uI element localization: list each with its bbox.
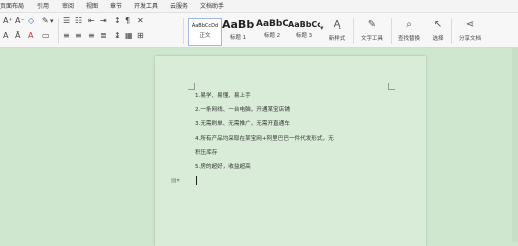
text-effect-icon[interactable]: A (3, 32, 8, 40)
doc-line[interactable]: 3.无需刷单、无需推广，无需开直通车 (195, 119, 290, 127)
divider (353, 18, 354, 44)
vertical-scrollbar[interactable] (512, 48, 518, 242)
border-icon[interactable]: ▭ (42, 32, 50, 40)
select-icon: ↖ (433, 19, 443, 30)
font-grow-icon[interactable]: A⁺ (3, 17, 13, 25)
tab-doc-assistant[interactable]: 文档助手 (200, 1, 224, 10)
chevron-down-icon[interactable]: ▾ (50, 18, 54, 25)
style-normal[interactable]: AaBbCcDd 正文 (188, 18, 222, 46)
new-style-button[interactable]: Ą 新样式 (323, 19, 351, 42)
numbered-list-icon[interactable]: ☷ (75, 17, 82, 25)
margin-corner-top-left (188, 83, 195, 90)
char-shading-icon[interactable]: Ā (15, 32, 20, 40)
style-heading-2[interactable]: AaBbC 标题 2 (256, 18, 288, 44)
divider (58, 18, 59, 44)
doc-line[interactable]: 积压库存 (195, 148, 217, 156)
sort-icon[interactable]: ↕ (114, 17, 121, 25)
divider (451, 18, 452, 44)
shading-icon[interactable]: ▦ (125, 32, 133, 40)
font-color-icon[interactable]: ◇ (28, 17, 34, 25)
paragraph-marker-icon[interactable]: ▤▾ (171, 177, 180, 184)
tab-developer-tools[interactable]: 开发工具 (134, 1, 158, 10)
tab-view[interactable]: 视图 (86, 1, 98, 10)
highlight-icon[interactable]: ✎ (42, 17, 49, 25)
style-heading-1[interactable]: AaBb 标题 1 (222, 18, 254, 44)
text-tools-button[interactable]: ✎ 文字工具 (356, 19, 388, 42)
justify-icon[interactable]: ≣ (100, 32, 107, 40)
clear-format-icon[interactable]: ✕ (137, 17, 144, 25)
align-left-icon[interactable]: ≡ (63, 32, 70, 40)
decrease-indent-icon[interactable]: ⇤ (88, 17, 95, 25)
document-page[interactable]: 1.易学、易懂、易上手 2.一条网线、一台电脑，开通某宝店铺 3.无需刷单、无需… (155, 56, 426, 246)
find-replace-icon: ⌕ (406, 19, 412, 30)
ribbon-toolbar: A⁺ A⁻ ◇ ✎ ▾ ☰ ☷ ⇤ ⇥ ↕ ¶ ✕ A Ā A ▭ ≡ ≡ ≡ … (0, 13, 518, 48)
increase-indent-icon[interactable]: ⇥ (100, 17, 107, 25)
font-shrink-icon[interactable]: A⁻ (15, 17, 25, 25)
divider (391, 18, 392, 44)
share-doc-button[interactable]: ⋖ 分享文档 (455, 19, 485, 42)
new-style-icon: Ą (333, 19, 341, 30)
ribbon-tab-bar: 页面布局 引用 审阅 视图 章节 开发工具 云服务 文档助手 (0, 0, 518, 13)
tab-review[interactable]: 审阅 (62, 1, 74, 10)
align-center-icon[interactable]: ≡ (75, 32, 82, 40)
text-tools-icon: ✎ (367, 19, 377, 30)
font-color-red-icon[interactable]: A (28, 32, 33, 40)
show-marks-icon[interactable]: ¶ (125, 17, 130, 25)
doc-line[interactable]: 5.房的超好，收益超高 (195, 162, 251, 170)
line-spacing-icon[interactable]: ↨ (114, 32, 121, 40)
table-border-icon[interactable]: ⊞ (137, 32, 144, 40)
style-heading-3[interactable]: AaBbCc 标题 3 (288, 18, 320, 44)
tab-references[interactable]: 引用 (37, 1, 49, 10)
tab-chapter[interactable]: 章节 (110, 1, 122, 10)
share-icon: ⋖ (465, 19, 475, 30)
tab-page-layout[interactable]: 页面布局 (0, 1, 24, 10)
doc-line[interactable]: 2.一条网线、一台电脑，开通某宝店铺 (195, 105, 290, 113)
select-button[interactable]: ↖ 选择 (426, 19, 450, 42)
align-right-icon[interactable]: ≡ (88, 32, 95, 40)
doc-line[interactable]: 4.所有产品均采取在某宝网+阿里巴巴一件代发形式，无 (195, 134, 334, 142)
text-cursor (196, 176, 197, 185)
margin-corner-top-right (388, 83, 395, 90)
divider (183, 18, 184, 44)
tab-cloud-service[interactable]: 云服务 (170, 1, 188, 10)
bullet-list-icon[interactable]: ☰ (63, 17, 70, 25)
find-replace-button[interactable]: ⌕ 查找替换 (394, 19, 424, 42)
doc-line[interactable]: 1.易学、易懂、易上手 (195, 91, 251, 99)
